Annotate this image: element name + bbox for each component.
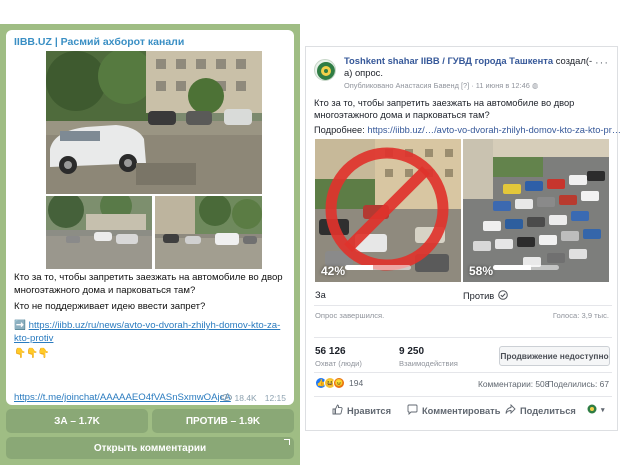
share-icon — [505, 403, 516, 417]
share-label: Поделиться — [520, 405, 576, 416]
poll-for-bar-fill — [345, 265, 373, 270]
post-date[interactable]: 11 июня в 12:46 — [476, 81, 530, 90]
channel-name[interactable]: IIBB.UZ | Расмий ахборот канали — [14, 36, 184, 48]
poll-against-bar-fill — [493, 265, 532, 270]
question-2-text: Кто не поддерживает идею ввести запрет? — [14, 301, 206, 312]
news-link[interactable]: https://iibb.uz/ru/news/avto-vo-dvorah-z… — [14, 320, 280, 344]
chevron-down-icon: ▾ — [601, 407, 605, 414]
angry-reaction-icon: 😠 — [333, 377, 345, 389]
open-comments-button[interactable]: Открыть комментарии — [6, 437, 294, 459]
poll-against-bar — [493, 265, 559, 270]
poll-for-bar — [345, 265, 411, 270]
engagement-label: Взаимодействия — [399, 359, 458, 368]
arrow-right-icon: ➡️ — [14, 320, 26, 331]
separator-dot: · — [471, 81, 474, 90]
vote-against-button[interactable]: ПРОТИВ – 1.9K — [152, 409, 294, 433]
poll-for-percent: 42% — [321, 264, 346, 278]
share-button[interactable]: Поделиться — [505, 403, 576, 417]
divider — [314, 396, 612, 397]
comments-count[interactable]: Комментарии: 508 — [478, 379, 549, 389]
parking-photo-2[interactable] — [46, 196, 152, 269]
check-circle-icon — [498, 290, 509, 302]
eye-icon — [220, 393, 232, 403]
join-link[interactable]: https://t.me/joinchat/AAAAAEO4fVASnSxmwO… — [14, 392, 231, 403]
facebook-post: Toshkent shahar IIBB / ГУВД города Ташке… — [305, 46, 620, 431]
divider — [314, 372, 612, 373]
like-label: Нравится — [347, 405, 392, 416]
promote-button[interactable]: Продвижение недоступно — [499, 346, 610, 366]
post-header: Toshkent shahar IIBB / ГУВД города Ташке… — [344, 55, 594, 79]
audience-selector[interactable]: ▾ — [587, 404, 605, 416]
poll-option-against-image[interactable]: 58% — [463, 139, 609, 282]
reactions-count: 194 — [349, 378, 364, 388]
message-time: 12:15 — [264, 393, 286, 403]
reach-label: Охват (люди) — [315, 359, 362, 368]
published-by[interactable]: Опубликовано Анастасия Бавенд — [344, 81, 459, 90]
poll-against-percent: 58% — [469, 264, 494, 278]
pointing-down-icon: 👇👇👇 — [14, 348, 50, 359]
post-question: Кто за то, чтобы запретить заезжать на а… — [314, 98, 575, 120]
more-line: Подробнее: https://iibb.uz/…/avto-vo-dvo… — [314, 124, 620, 136]
engagement-value: 9 250 — [399, 346, 425, 357]
help-badge[interactable]: [?] — [461, 81, 469, 90]
vote-for-button[interactable]: ЗА – 1.7K — [6, 409, 148, 433]
comment-icon — [407, 404, 418, 417]
page-name-link[interactable]: Toshkent shahar IIBB / ГУВД города Ташке… — [344, 55, 553, 66]
comment-button[interactable]: Комментировать — [407, 404, 500, 417]
comment-label: Комментировать — [422, 405, 501, 416]
more-link[interactable]: https://iibb.uz/…/avto-vo-dvorah-zhilyh-… — [367, 125, 620, 135]
poll-option-for-label[interactable]: За — [315, 290, 326, 300]
open-comments-label: Открыть комментарии — [93, 442, 207, 454]
views-count: 18.4K — [234, 393, 257, 403]
external-arrow-icon — [284, 439, 290, 445]
thumbs-up-icon — [332, 404, 343, 417]
like-button[interactable]: Нравится — [332, 404, 391, 417]
parking-photo-3[interactable] — [155, 196, 262, 269]
post-text: Кто за то, чтобы запретить заезжать на а… — [314, 97, 620, 136]
divider — [314, 337, 612, 338]
more-label: Подробнее: — [314, 125, 365, 135]
page-avatar[interactable] — [314, 59, 336, 81]
parking-photo-main[interactable] — [46, 51, 262, 194]
reach-value: 56 126 — [315, 346, 346, 357]
reactions-summary[interactable]: 👍 😆 😠 194 — [315, 377, 363, 389]
telegram-panel: IIBB.UZ | Расмий ахборот канали Кто за т… — [0, 24, 300, 465]
more-options-icon[interactable]: ··· — [595, 57, 609, 69]
message-meta: 18.4K 12:15 — [220, 393, 286, 403]
post-subline: Опубликовано Анастасия Бавенд [?] · 11 и… — [344, 81, 538, 90]
divider — [314, 305, 612, 306]
poll-option-for-image[interactable]: 42% — [315, 139, 461, 282]
globe-icon: ◍ — [531, 81, 539, 90]
poll-status: Опрос завершился. — [315, 311, 385, 320]
question-text: Кто за то, чтобы запретить заезжать на а… — [14, 272, 283, 296]
poll-option-against[interactable]: Против — [463, 290, 509, 302]
link-line: ➡️ https://iibb.uz/ru/news/avto-vo-dvora… — [14, 319, 290, 345]
poll-option-against-label: Против — [463, 291, 495, 301]
shares-count[interactable]: Поделились: 67 — [548, 379, 609, 389]
votes-count: Голоса: 3,9 тыс. — [552, 311, 609, 320]
telegram-message: IIBB.UZ | Расмий ахборот канали Кто за т… — [6, 30, 294, 405]
message-text: Кто за то, чтобы запретить заезжать на а… — [14, 271, 290, 363]
page-avatar-small-icon — [587, 404, 597, 416]
